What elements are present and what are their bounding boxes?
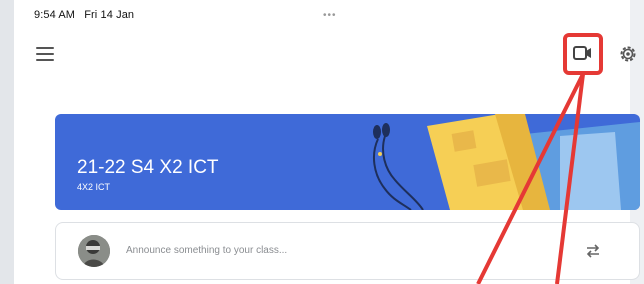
avatar — [78, 235, 110, 267]
left-margin — [0, 0, 14, 284]
class-title[interactable]: 21-22 S4 X2 ICT — [77, 157, 219, 179]
announce-input[interactable]: Announce something to your class... — [126, 245, 287, 256]
video-camera-icon[interactable] — [572, 44, 594, 62]
multitasking-dots-icon[interactable]: ••• — [323, 10, 337, 21]
class-banner[interactable]: 21-22 S4 X2 ICT 4X2 ICT — [55, 114, 640, 210]
announce-card[interactable]: Announce something to your class... — [55, 222, 640, 280]
class-section: 4X2 ICT — [77, 182, 111, 192]
repost-arrows-icon[interactable] — [584, 242, 602, 260]
status-time: 9:54 AM — [34, 9, 76, 21]
gear-icon[interactable] — [618, 44, 638, 64]
status-date: Fri 14 Jan — [84, 9, 135, 21]
status-bar: 9:54 AM Fri 14 Jan — [34, 9, 140, 21]
hamburger-menu-icon[interactable] — [36, 47, 54, 61]
